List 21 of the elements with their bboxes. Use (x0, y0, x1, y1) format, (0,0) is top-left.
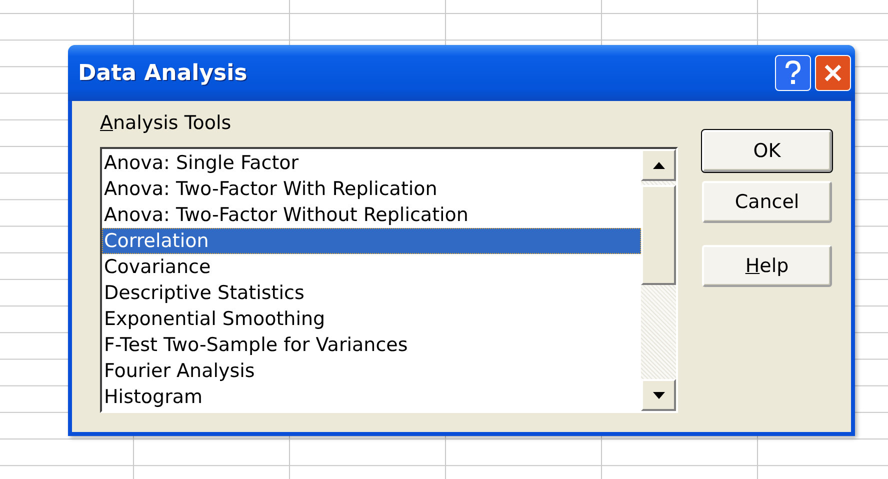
list-item[interactable]: Histogram (102, 384, 641, 410)
list-item[interactable]: Anova: Two-Factor Without Replication (102, 202, 641, 228)
scroll-down-icon[interactable] (641, 379, 676, 411)
cancel-button[interactable]: Cancel (702, 181, 832, 223)
list-item[interactable]: F-Test Two-Sample for Variances (102, 332, 641, 358)
list-label: Analysis Tools (100, 111, 232, 135)
list-item[interactable]: Exponential Smoothing (102, 306, 641, 332)
close-icon[interactable] (815, 55, 851, 91)
scroll-thumb[interactable] (641, 185, 676, 285)
help-icon[interactable] (775, 55, 811, 91)
list-item[interactable]: Fourier Analysis (102, 358, 641, 384)
list-item[interactable]: Anova: Two-Factor With Replication (102, 176, 641, 202)
list-item[interactable]: Correlation (102, 228, 641, 254)
scrollbar[interactable] (641, 149, 676, 411)
list-item[interactable]: Descriptive Statistics (102, 280, 641, 306)
list-item[interactable]: Covariance (102, 254, 641, 280)
window-title: Data Analysis (78, 60, 248, 88)
list-item[interactable]: Anova: Single Factor (102, 150, 641, 176)
scroll-up-icon[interactable] (641, 149, 676, 181)
ok-button[interactable]: OK (702, 130, 832, 172)
help-button[interactable]: Help (702, 245, 832, 287)
